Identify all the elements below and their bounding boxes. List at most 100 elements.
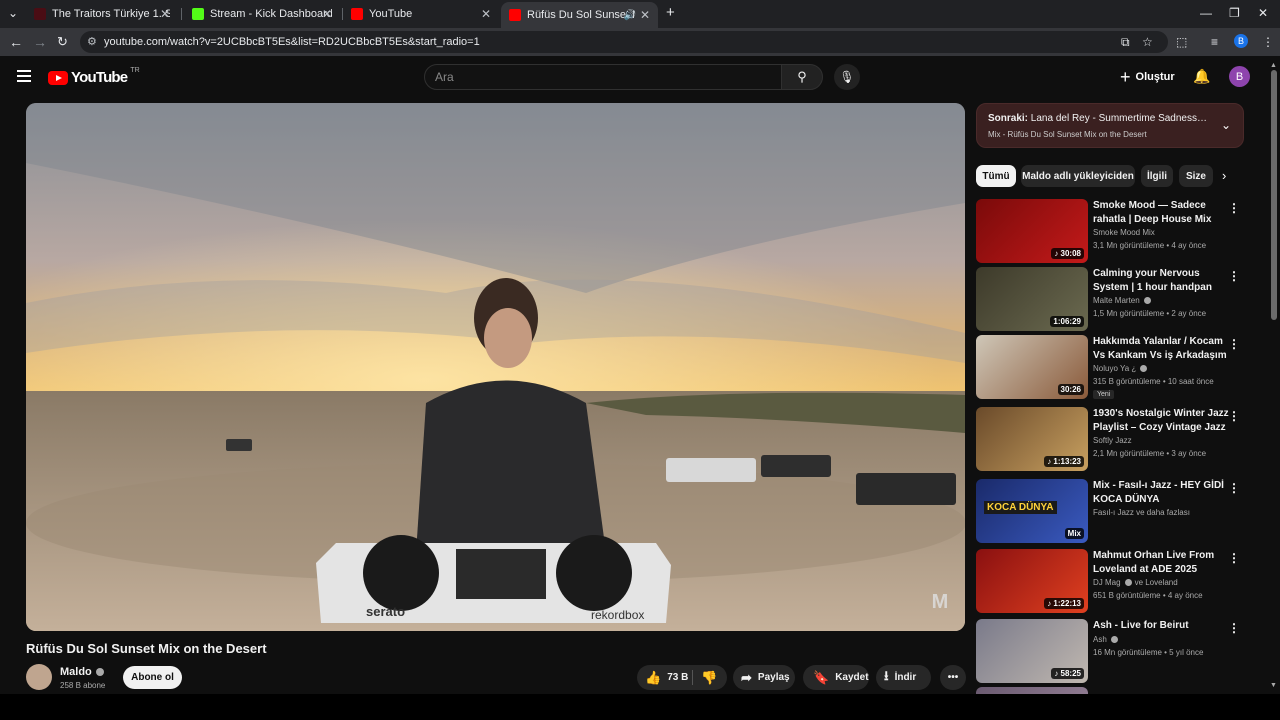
video-thumbnail[interactable]: ♪ 58:25 bbox=[976, 619, 1088, 683]
back-arrow-icon[interactable]: ← bbox=[9, 34, 23, 50]
chip-for-you[interactable]: Size bbox=[1179, 165, 1213, 187]
cast-icon[interactable]: ⧉ bbox=[1121, 35, 1130, 50]
verified-check-icon bbox=[1140, 365, 1148, 372]
recommendation-title[interactable]: Mix - Fasıl-ı Jazz - HEY GİDİ KOCA DÜNYA bbox=[1093, 479, 1231, 506]
scroll-up-arrow-icon[interactable]: ▲ bbox=[1270, 62, 1277, 69]
recommendation-meta: 1,5 Mn görüntüleme • 2 ay önce bbox=[1093, 309, 1207, 318]
search-icon: ⚲ bbox=[797, 69, 807, 84]
more-vertical-icon[interactable]: ⋮ bbox=[1228, 201, 1240, 215]
browser-tab-kick[interactable]: Stream - Kick Dashboard ✕ bbox=[184, 4, 340, 24]
recommendation-title[interactable]: Smoke Mood — Sadece rahatla | Deep House… bbox=[1093, 199, 1231, 226]
bookmark-star-icon[interactable]: ☆ bbox=[1142, 35, 1153, 49]
up-next-panel[interactable]: Sonraki: Lana del Rey - Summertime Sadne… bbox=[976, 103, 1244, 148]
new-badge: Yeni bbox=[1093, 390, 1115, 399]
traitors-favicon-icon bbox=[34, 8, 46, 20]
speaker-icon[interactable]: 🔊 bbox=[624, 10, 636, 21]
recommendation-item[interactable]: 1:06:29 Calming your Nervous System | 1 h… bbox=[976, 267, 1244, 331]
close-tab-icon[interactable]: ✕ bbox=[640, 8, 650, 22]
more-vertical-icon[interactable]: ⋮ bbox=[1228, 621, 1240, 635]
page-scrollbar[interactable] bbox=[1271, 70, 1277, 320]
recommendation-channel-row[interactable]: Smoke Mood Mix bbox=[1093, 228, 1155, 237]
recommendation-item[interactable] bbox=[976, 687, 1244, 694]
close-tab-icon[interactable]: ✕ bbox=[481, 7, 491, 21]
download-button[interactable]: ⭳ İndir bbox=[876, 665, 931, 690]
reload-icon[interactable]: ↻ bbox=[57, 34, 68, 50]
video-thumbnail[interactable]: ♪ 1:13:23 bbox=[976, 407, 1088, 471]
chip-from-uploader[interactable]: Maldo adlı yükleyiciden bbox=[1021, 165, 1135, 187]
menu-hamburger-icon[interactable] bbox=[17, 70, 31, 82]
address-bar[interactable]: ⚙ youtube.com/watch?v=2UCBbcBT5Es&list=R… bbox=[80, 31, 1168, 53]
create-button[interactable]: + Oluştur bbox=[1120, 67, 1175, 87]
close-tab-icon[interactable]: ✕ bbox=[160, 7, 170, 21]
notifications-bell-icon[interactable]: 🔔 bbox=[1193, 68, 1210, 85]
tab-search-icon[interactable]: ⌄ bbox=[8, 6, 18, 20]
channel-avatar[interactable] bbox=[26, 664, 52, 690]
recommendation-channel-row[interactable]: DJ Mag ve Loveland bbox=[1093, 578, 1178, 587]
channel-watermark[interactable]: M bbox=[927, 591, 953, 617]
recommendation-item[interactable]: ♪ 30:08 Smoke Mood — Sadece rahatla | Dee… bbox=[976, 199, 1244, 263]
recommendation-title[interactable]: Mahmut Orhan Live From Loveland at ADE 2… bbox=[1093, 549, 1231, 576]
new-tab-button[interactable]: + bbox=[666, 4, 675, 21]
recommendation-channel-row[interactable]: Ash bbox=[1093, 635, 1118, 644]
taskbar-strip bbox=[0, 694, 1280, 720]
channel-name-row[interactable]: Maldo bbox=[60, 666, 104, 678]
voice-search-button[interactable]: 🎙 bbox=[834, 64, 860, 90]
recommendation-channel-row[interactable]: Softly Jazz bbox=[1093, 436, 1132, 445]
close-window-icon[interactable]: ✕ bbox=[1258, 6, 1268, 20]
search-button[interactable]: ⚲ bbox=[781, 64, 823, 90]
recommendation-title[interactable]: Calming your Nervous System | 1 hour han… bbox=[1093, 267, 1231, 294]
more-vertical-icon[interactable]: ⋮ bbox=[1228, 337, 1240, 351]
video-thumbnail[interactable] bbox=[976, 687, 1088, 694]
media-control-icon[interactable]: ≡ bbox=[1211, 35, 1218, 49]
recommendation-item[interactable]: 30:26 Hakkımda Yalanlar / Kocam Vs Kankam… bbox=[976, 335, 1244, 399]
video-thumbnail[interactable]: 1:06:29 bbox=[976, 267, 1088, 331]
like-thumb-icon[interactable]: 👍 bbox=[645, 670, 661, 686]
recommendation-item[interactable]: ♪ 1:13:23 1930's Nostalgic Winter Jazz Pl… bbox=[976, 407, 1244, 471]
scroll-down-arrow-icon[interactable]: ▼ bbox=[1270, 682, 1277, 689]
recommendation-title[interactable]: 1930's Nostalgic Winter Jazz Playlist – … bbox=[1093, 407, 1231, 434]
like-count[interactable]: 73 B bbox=[667, 672, 688, 683]
dislike-thumb-icon[interactable]: 👎 bbox=[701, 670, 717, 686]
share-label: Paylaş bbox=[757, 672, 790, 683]
recommendation-item[interactable]: ♪ 1:22:13 Mahmut Orhan Live From Loveland… bbox=[976, 549, 1244, 613]
recommendation-item[interactable]: ♪ 58:25 Ash - Live for Beirut Ash 16 Mn gör… bbox=[976, 619, 1244, 683]
video-title: Rüfüs Du Sol Sunset Mix on the Desert bbox=[26, 641, 267, 656]
minimize-icon[interactable]: — bbox=[1200, 6, 1212, 20]
restore-icon[interactable]: ❐ bbox=[1229, 6, 1240, 20]
video-thumbnail[interactable]: 30:26 bbox=[976, 335, 1088, 399]
browser-tab-youtube[interactable]: YouTube ✕ bbox=[343, 4, 499, 24]
video-thumbnail[interactable]: KOCA DÜNYA Mix bbox=[976, 479, 1088, 543]
video-player[interactable]: serato rekordbox M bbox=[26, 103, 965, 631]
save-button[interactable]: 🔖 Kaydet bbox=[803, 665, 869, 690]
forward-arrow-icon[interactable]: → bbox=[33, 34, 47, 50]
more-vertical-icon[interactable]: ⋮ bbox=[1228, 269, 1240, 283]
browser-menu-icon[interactable]: ⋮ bbox=[1262, 35, 1274, 49]
browser-profile-avatar[interactable]: B bbox=[1234, 34, 1248, 48]
more-vertical-icon[interactable]: ⋮ bbox=[1228, 551, 1240, 565]
more-vertical-icon[interactable]: ⋮ bbox=[1228, 481, 1240, 495]
recommendation-channel-row[interactable]: Malte Marten bbox=[1093, 296, 1151, 305]
share-button[interactable]: ➦ Paylaş bbox=[733, 665, 795, 690]
video-thumbnail[interactable]: ♪ 30:08 bbox=[976, 199, 1088, 263]
video-thumbnail[interactable]: ♪ 1:22:13 bbox=[976, 549, 1088, 613]
chevron-down-icon[interactable]: ⌄ bbox=[1221, 118, 1231, 132]
chevron-right-icon[interactable]: › bbox=[1222, 168, 1226, 183]
more-vertical-icon[interactable]: ⋮ bbox=[1228, 409, 1240, 423]
subscribe-button[interactable]: Abone ol bbox=[123, 666, 182, 689]
recommendation-channel-row[interactable]: Fasıl-ı Jazz ve daha fazlası bbox=[1093, 508, 1190, 517]
recommendation-title[interactable]: Ash - Live for Beirut bbox=[1093, 619, 1231, 633]
more-actions-button[interactable]: ••• bbox=[940, 665, 966, 690]
recommendation-channel-row[interactable]: Noluyo Ya ¿ bbox=[1093, 364, 1148, 373]
recommendation-item[interactable]: KOCA DÜNYA Mix Mix - Fasıl-ı Jazz - HEY Gİ… bbox=[976, 479, 1244, 543]
close-tab-icon[interactable]: ✕ bbox=[322, 7, 332, 21]
browser-tab-active-video[interactable]: Rüfüs Du Sol Sunset Mix on t 🔊 ✕ bbox=[501, 2, 658, 28]
chip-all[interactable]: Tümü bbox=[976, 165, 1016, 187]
browser-tab-traitors[interactable]: The Traitors Türkiye 1. Sezon 1. ✕ bbox=[26, 4, 178, 24]
chip-related[interactable]: İlgili bbox=[1141, 165, 1173, 187]
account-avatar[interactable]: B bbox=[1229, 66, 1250, 87]
site-info-icon[interactable]: ⚙ bbox=[87, 35, 97, 48]
search-input[interactable]: Ara bbox=[424, 64, 782, 90]
youtube-logo[interactable]: YouTube TR bbox=[48, 67, 140, 86]
extensions-icon[interactable]: ⬚ bbox=[1176, 35, 1187, 49]
recommendation-title[interactable]: Hakkımda Yalanlar / Kocam Vs Kankam Vs i… bbox=[1093, 335, 1231, 362]
